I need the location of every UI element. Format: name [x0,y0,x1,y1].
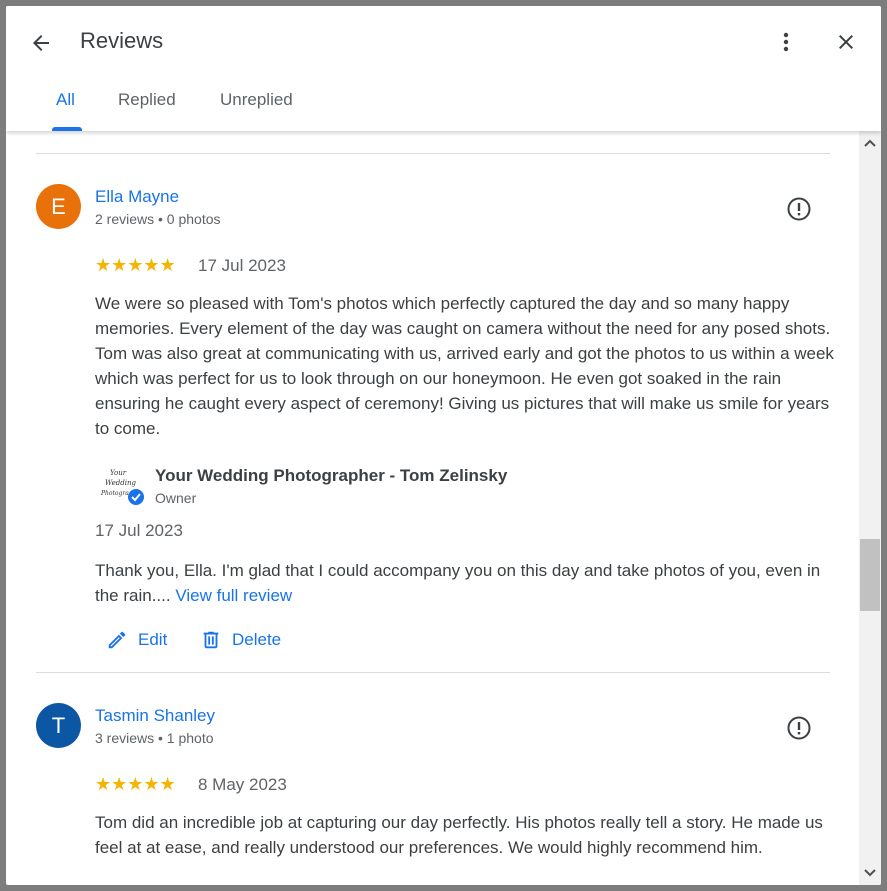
review-date: 8 May 2023 [198,775,287,794]
star-rating: ★★★★★ [95,774,176,794]
chevron-down-icon [864,869,876,877]
back-button[interactable] [24,26,58,60]
reviewer-meta: 2 reviews • 0 photos [95,211,221,227]
close-icon [839,35,853,49]
report-button[interactable] [784,713,814,743]
delete-reply-button[interactable]: Delete [200,629,281,651]
view-full-review-link[interactable]: View full review [175,586,292,605]
reply-date: 17 Jul 2023 [95,521,183,540]
more-vert-icon [783,32,789,52]
scroll-up-button[interactable] [859,133,881,153]
svg-text:Your: Your [110,469,127,477]
review-tabs: All Replied Unreplied [6,80,606,131]
close-button[interactable] [828,24,864,60]
svg-text:Photogra: Photogra [100,490,129,497]
star-rating: ★★★★★ [95,255,176,275]
report-icon [787,716,811,740]
reviews-dialog: Reviews All Replied Unreplied E Ella May… [6,6,881,885]
dialog-header: Reviews All Replied Unreplied [6,6,881,131]
delete-label: Delete [232,630,282,649]
tab-replied[interactable]: Replied [118,90,176,110]
reviewer-name[interactable]: Tasmin Shanley [95,706,215,726]
edit-icon [108,631,126,649]
scroll-down-button[interactable] [859,863,881,883]
review-text: We were so pleased with Tom's photos whi… [95,294,834,438]
divider [36,153,830,154]
review-date: 17 Jul 2023 [198,256,286,275]
avatar[interactable]: E [36,184,81,229]
review-text: Tom did an incredible job at capturing o… [95,813,823,857]
edit-label: Edit [138,630,168,649]
owner-name: Your Wedding Photographer - Tom Zelinsky [155,466,508,485]
scrollbar[interactable] [859,131,881,885]
report-button[interactable] [784,194,814,224]
arrow-back-icon [33,35,49,51]
active-tab-indicator [52,127,82,131]
more-options-button[interactable] [768,24,804,60]
scroll-thumb[interactable] [860,539,880,611]
reply-text-block: Thank you, Ella. I'm glad that I could a… [95,558,835,608]
svg-text:Wedding: Wedding [105,479,136,487]
edit-reply-button[interactable]: Edit [106,629,167,651]
reviews-list[interactable]: E Ella Mayne 2 reviews • 0 photos ★★★★★ … [6,131,859,885]
report-icon [787,197,811,221]
owner-logo: Your Wedding Photogra [100,463,146,509]
reviewer-meta: 3 reviews • 1 photo [95,730,214,746]
avatar[interactable]: T [36,703,81,748]
tab-unreplied[interactable]: Unreplied [220,90,293,110]
tab-all[interactable]: All [56,90,75,110]
divider [36,672,830,673]
reviewer-name[interactable]: Ella Mayne [95,187,179,207]
chevron-up-icon [864,139,876,147]
delete-icon [203,631,219,649]
owner-role: Owner [155,490,197,506]
dialog-title: Reviews [80,28,164,53]
